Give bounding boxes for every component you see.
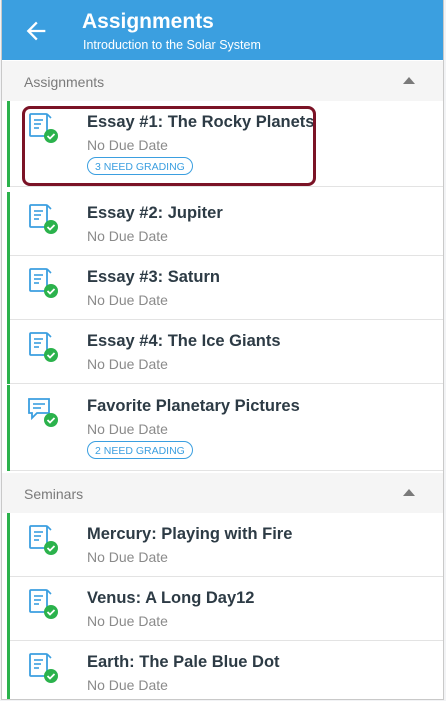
due-date: No Due Date — [87, 228, 168, 244]
collapse-chevron-icon[interactable] — [403, 489, 415, 496]
published-bar — [7, 513, 10, 577]
divider — [10, 470, 443, 471]
discussion-published-icon — [25, 395, 61, 429]
item-title: Essay #1: The Rocky Planets — [87, 113, 315, 131]
assignment-published-icon — [25, 111, 61, 145]
item-title: Earth: The Pale Blue Dot — [87, 653, 280, 671]
item-title: Mercury: Playing with Fire — [87, 525, 293, 543]
list-item[interactable]: Essay #1: The Rocky Planets No Due Date 3 … — [2, 101, 443, 187]
published-bar — [7, 577, 10, 641]
published-bar — [7, 256, 10, 320]
due-date: No Due Date — [87, 356, 168, 372]
list-item[interactable]: Mercury: Playing with Fire No Due Date — [2, 513, 443, 577]
section-header-assignments[interactable]: Assignments — [2, 61, 443, 101]
assignment-published-icon — [25, 651, 61, 685]
published-bar — [7, 385, 10, 471]
page-title: Assignments — [82, 10, 214, 33]
list-item[interactable]: Essay #2: Jupiter No Due Date — [2, 192, 443, 256]
course-subtitle: Introduction to the Solar System — [83, 38, 261, 52]
section-label: Seminars — [24, 486, 84, 502]
assignment-published-icon — [25, 266, 61, 300]
assignment-published-icon — [25, 330, 61, 364]
item-title: Favorite Planetary Pictures — [87, 397, 300, 415]
app-bar: Assignments Introduction to the Solar Sy… — [2, 0, 443, 60]
screen: Assignments Introduction to the Solar Sy… — [1, 0, 444, 700]
due-date: No Due Date — [87, 549, 168, 565]
published-bar — [7, 320, 10, 384]
item-title: Essay #3: Saturn — [87, 268, 220, 286]
list-item[interactable]: Venus: A Long Day12 No Due Date — [2, 577, 443, 641]
need-grading-badge: 2 NEED GRADING — [87, 441, 193, 459]
divider — [10, 383, 443, 384]
assignment-published-icon — [25, 523, 61, 557]
item-title: Essay #4: The Ice Giants — [87, 332, 281, 350]
list-item[interactable]: Essay #4: The Ice Giants No Due Date — [2, 320, 443, 384]
list-item[interactable]: Earth: The Pale Blue Dot No Due Date — [2, 641, 443, 699]
section-header-seminars[interactable]: Seminars — [2, 473, 443, 513]
item-title: Essay #2: Jupiter — [87, 204, 223, 222]
list-item[interactable]: Favorite Planetary Pictures No Due Date 2 … — [2, 385, 443, 471]
published-bar — [7, 192, 10, 256]
item-title: Venus: A Long Day12 — [87, 589, 255, 607]
assignment-published-icon — [25, 202, 61, 236]
published-bar — [7, 641, 10, 699]
need-grading-badge: 3 NEED GRADING — [87, 157, 193, 175]
arrow-left-icon[interactable] — [22, 17, 50, 45]
list-item[interactable]: Essay #3: Saturn No Due Date — [2, 256, 443, 320]
due-date: No Due Date — [87, 292, 168, 308]
section-label: Assignments — [24, 74, 105, 90]
due-date: No Due Date — [87, 613, 168, 629]
divider — [10, 186, 443, 187]
collapse-chevron-icon[interactable] — [403, 77, 415, 84]
due-date: No Due Date — [87, 677, 168, 693]
due-date: No Due Date — [87, 137, 168, 153]
due-date: No Due Date — [87, 421, 168, 437]
published-bar — [7, 101, 10, 187]
assignment-published-icon — [25, 587, 61, 621]
